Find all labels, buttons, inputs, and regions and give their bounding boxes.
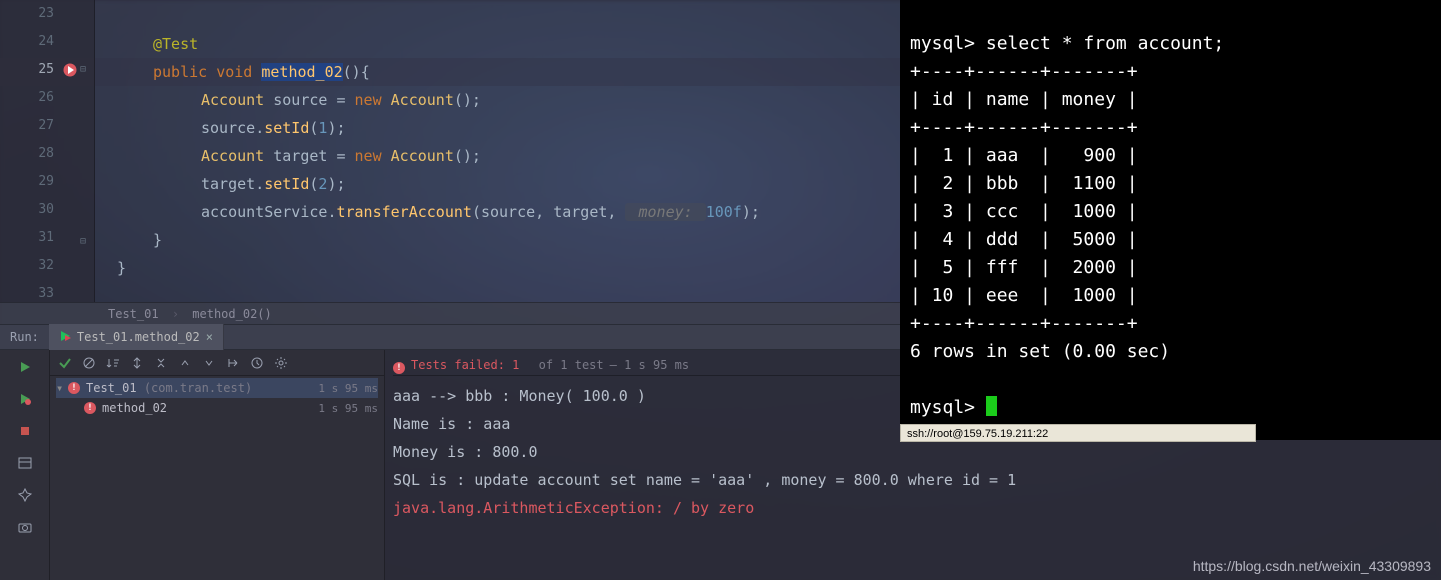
table-border: +----+------+-------+	[910, 61, 1138, 82]
watermark: https://blog.csdn.net/weixin_43309893	[1193, 558, 1431, 574]
run-label: Run:	[0, 330, 49, 344]
history-icon[interactable]	[248, 354, 266, 372]
run-config-icon	[59, 330, 71, 345]
settings-icon[interactable]	[272, 354, 290, 372]
run-side-toolbar	[0, 350, 50, 580]
line-number[interactable]: 24	[24, 34, 54, 49]
collapse-icon[interactable]	[152, 354, 170, 372]
terminal-prompt: mysql>	[910, 397, 986, 418]
error-icon: !	[393, 359, 405, 371]
line-number[interactable]: 28	[24, 146, 54, 161]
run-tab[interactable]: Test_01.method_02 ×	[49, 324, 224, 350]
table-row: | 1 | aaa | 900 |	[910, 145, 1138, 166]
test-duration: 1 s 95 ms	[318, 382, 378, 395]
console-line: SQL is : update account set name = 'aaa'…	[393, 466, 1433, 494]
camera-icon[interactable]	[14, 516, 36, 538]
test-tree: ▾ ! Test_01 (com.tran.test) 1 s 95 ms ! …	[50, 350, 385, 580]
breadcrumb-item[interactable]: method_02()	[192, 307, 271, 321]
rerun-failed-button[interactable]	[14, 388, 36, 410]
expand-icon[interactable]	[128, 354, 146, 372]
terminal-command: select * from account;	[986, 33, 1224, 54]
line-number[interactable]: 27	[24, 118, 54, 133]
next-icon[interactable]	[200, 354, 218, 372]
line-number[interactable]: 29	[24, 174, 54, 189]
method-name: method_02	[261, 63, 342, 81]
rerun-button[interactable]	[14, 356, 36, 378]
run-test-gutter-icon[interactable]	[62, 62, 78, 82]
table-row: | 2 | bbb | 1100 |	[910, 173, 1138, 194]
layout-button[interactable]	[14, 452, 36, 474]
console-error-line: java.lang.ArithmeticException: / by zero	[393, 494, 1433, 522]
table-border: +----+------+-------+	[910, 313, 1138, 334]
table-border: +----+------+-------+	[910, 117, 1138, 138]
fold-icon[interactable]: ⊟	[80, 64, 86, 75]
annotation: @Test	[153, 35, 198, 53]
breadcrumb-sep: ›	[172, 307, 179, 321]
test-tree-node[interactable]: ! method_02 1 s 95 ms	[56, 398, 378, 418]
breadcrumb-item[interactable]: Test_01	[108, 307, 159, 321]
table-header: | id | name | money |	[910, 89, 1138, 110]
prev-icon[interactable]	[176, 354, 194, 372]
error-icon: !	[68, 382, 82, 394]
test-tree-node[interactable]: ▾ ! Test_01 (com.tran.test) 1 s 95 ms	[56, 378, 378, 398]
table-row: | 5 | fff | 2000 |	[910, 257, 1138, 278]
line-number[interactable]: 23	[24, 6, 54, 21]
ssh-connection-bar: ssh://root@159.75.19.211:22	[900, 424, 1256, 442]
line-number[interactable]: 30	[24, 202, 54, 217]
line-number[interactable]: 31	[24, 230, 54, 245]
table-footer: 6 rows in set (0.00 sec)	[910, 341, 1170, 362]
table-row: | 10 | eee | 1000 |	[910, 285, 1138, 306]
line-number[interactable]: 32	[24, 258, 54, 273]
terminal-cursor	[986, 396, 997, 416]
line-number[interactable]: 26	[24, 90, 54, 105]
test-duration: 1 s 95 ms	[318, 402, 378, 415]
pin-button[interactable]	[14, 484, 36, 506]
export-icon[interactable]	[224, 354, 242, 372]
stop-button[interactable]	[14, 420, 36, 442]
sort-icon[interactable]	[104, 354, 122, 372]
editor-gutter[interactable]: ⊟ ⊟ 23 24 25 26 27 28 29 30 31 32 33	[0, 0, 95, 302]
show-ignored-icon[interactable]	[80, 354, 98, 372]
fold-icon[interactable]: ⊟	[80, 236, 86, 247]
run-tab-title: Test_01.method_02	[77, 330, 200, 344]
param-hint: money:	[625, 203, 705, 221]
expand-arrow-icon[interactable]: ▾	[56, 381, 68, 395]
table-row: | 3 | ccc | 1000 |	[910, 201, 1138, 222]
close-icon[interactable]: ×	[206, 330, 213, 344]
show-passed-icon[interactable]	[56, 354, 74, 372]
test-tree-toolbar	[50, 350, 384, 376]
line-number[interactable]: 33	[24, 286, 54, 301]
line-number[interactable]: 25	[24, 62, 54, 77]
table-row: | 4 | ddd | 5000 |	[910, 229, 1138, 250]
terminal-prompt: mysql>	[910, 33, 986, 54]
error-icon: !	[84, 402, 98, 414]
mysql-terminal[interactable]: mysql> select * from account; +----+----…	[900, 0, 1441, 440]
